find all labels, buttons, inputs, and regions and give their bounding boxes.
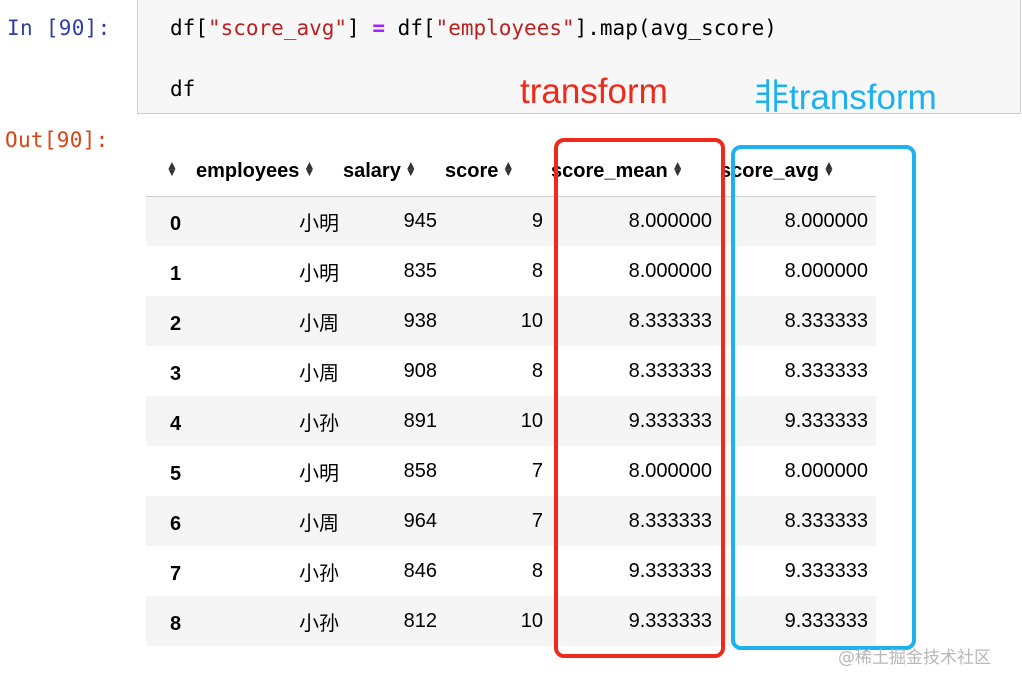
cell-score: 7 [531, 509, 543, 532]
cell-employees: 小周 [299, 312, 339, 335]
row-index: 4 [170, 412, 182, 435]
row-index: 0 [170, 212, 182, 235]
cell-score: 8 [531, 359, 543, 382]
code-string: "score_avg" [207, 16, 348, 40]
cell-score: 8 [531, 559, 543, 582]
cell-salary: 938 [403, 309, 437, 332]
cell-employees: 小明 [299, 262, 339, 285]
row-index: 3 [170, 362, 182, 385]
transform-annotation-label: transform [520, 72, 668, 111]
column-header-score[interactable]: score ▲ ▼ [445, 148, 551, 197]
output-prompt: Out[90]: [5, 128, 109, 152]
cell-salary: 908 [403, 359, 437, 382]
cell-employees: 小明 [299, 462, 339, 485]
row-index: 6 [170, 512, 182, 535]
row-index: 5 [170, 462, 182, 485]
non-transform-highlight-box [731, 145, 916, 650]
sort-icon[interactable]: ▲ ▼ [303, 159, 315, 178]
column-header-index[interactable]: ▲ ▼ [146, 148, 196, 197]
watermark: @稀土掘金技术社区 [838, 648, 991, 668]
cell-score: 7 [531, 459, 543, 482]
cell-employees: 小周 [299, 512, 339, 535]
code-token: df[ [384, 16, 436, 40]
row-index: 1 [170, 262, 182, 285]
code-line-1: df["score_avg"] = df["employees"].map(av… [170, 16, 777, 40]
cell-salary: 812 [403, 609, 437, 632]
column-header-employees[interactable]: employees ▲ ▼ [196, 148, 343, 197]
cell-employees: 小孙 [299, 612, 339, 635]
cell-salary: 858 [403, 459, 437, 482]
cell-score: 10 [520, 309, 543, 332]
cell-score: 8 [531, 259, 543, 282]
column-header-label: score [445, 160, 499, 183]
notebook-page: In [90]: df["score_avg"] = df["employees… [0, 0, 1022, 684]
cell-score: 9 [531, 209, 543, 232]
cell-salary: 964 [403, 509, 437, 532]
sort-icon[interactable]: ▲ ▼ [502, 159, 514, 178]
code-string: "employees" [435, 16, 575, 40]
cell-salary: 891 [403, 409, 437, 432]
code-token: ] [347, 16, 373, 40]
cell-score: 10 [520, 409, 543, 432]
cell-employees: 小周 [299, 362, 339, 385]
cell-salary: 835 [403, 259, 437, 282]
cell-salary: 846 [403, 559, 437, 582]
transform-highlight-box [554, 138, 725, 658]
code-operator: = [372, 16, 385, 40]
column-header-salary[interactable]: salary ▲ ▼ [343, 148, 445, 197]
cell-salary: 945 [403, 209, 437, 232]
column-header-label: salary [343, 160, 401, 183]
cell-score: 10 [520, 609, 543, 632]
sort-icon[interactable]: ▲ ▼ [166, 159, 178, 178]
row-index: 8 [170, 612, 182, 635]
code-token: ].map(avg_score) [574, 16, 777, 40]
cell-employees: 小孙 [299, 562, 339, 585]
row-index: 2 [170, 312, 182, 335]
row-index: 7 [170, 562, 182, 585]
cell-employees: 小孙 [299, 412, 339, 435]
code-line-2: df [170, 77, 196, 101]
cell-employees: 小明 [299, 212, 339, 235]
sort-icon[interactable]: ▲ ▼ [405, 159, 417, 178]
input-prompt: In [90]: [7, 16, 111, 40]
non-transform-annotation-label: 非transform [754, 78, 937, 117]
column-header-label: employees [196, 160, 300, 183]
code-token: df[ [170, 16, 208, 40]
